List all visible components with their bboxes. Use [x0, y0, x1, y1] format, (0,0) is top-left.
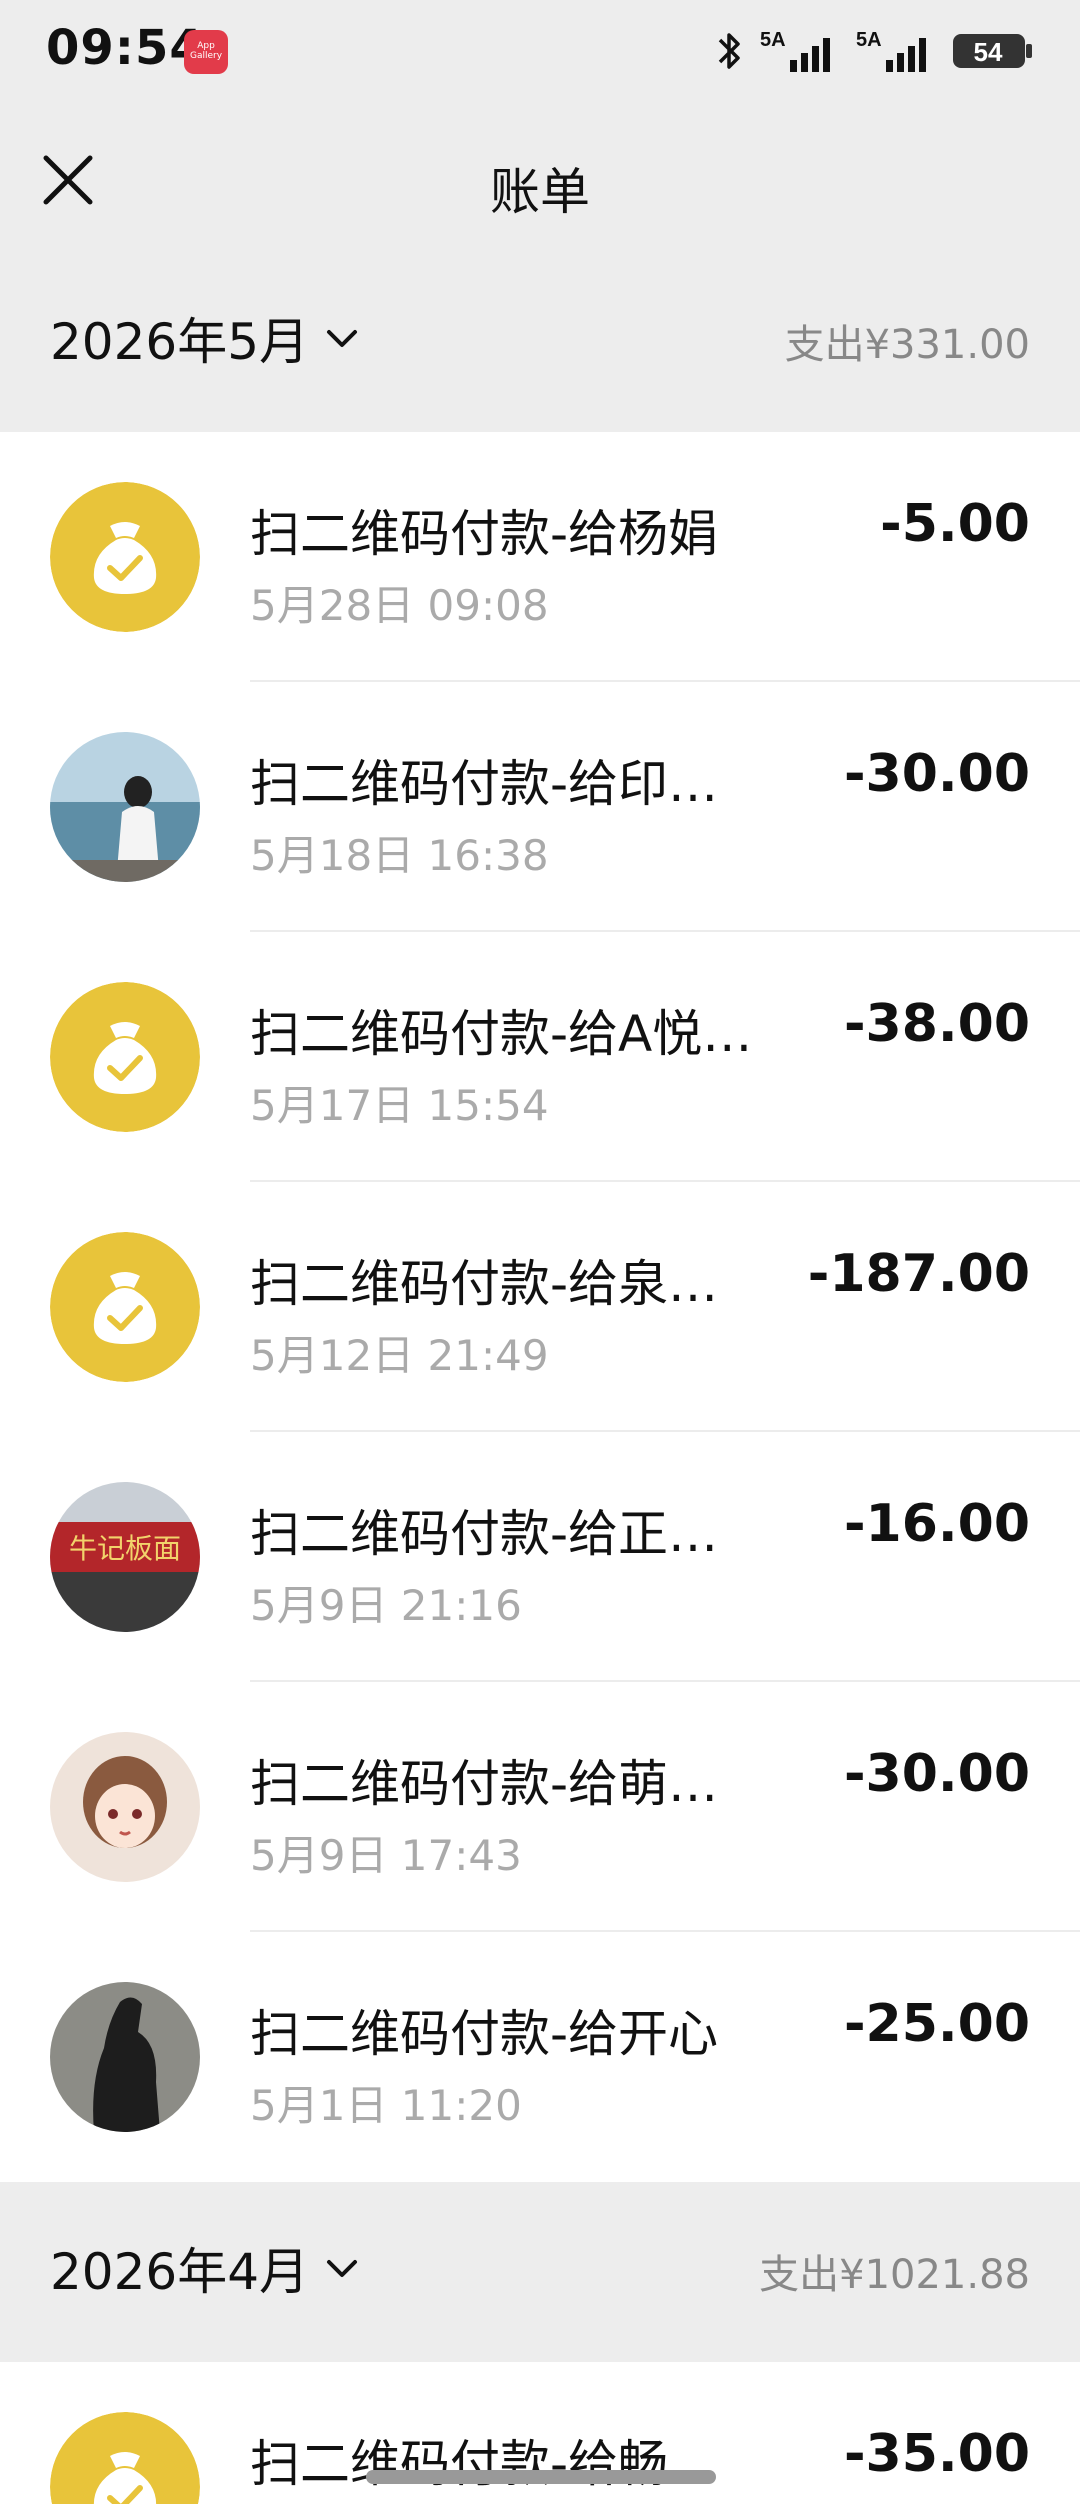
- status-time: 09:54: [46, 20, 204, 76]
- transaction-title: 扫二维码付款-给畅…: [250, 2435, 719, 2493]
- photo-avatar: [50, 1732, 200, 1882]
- moneybag-icon: [50, 2412, 200, 2504]
- battery-level: 54: [974, 37, 1003, 67]
- bluetooth-icon: [718, 33, 740, 69]
- transaction-amount: -38.00: [843, 994, 1030, 1054]
- avatar: [50, 1982, 200, 2132]
- transaction-title: 扫二维码付款-给正…: [250, 1505, 719, 1563]
- chevron-down-icon: [327, 330, 358, 347]
- avatar: [50, 2412, 200, 2504]
- transaction-title: 扫二维码付款-给开心: [250, 2005, 719, 2063]
- transaction-amount: -30.00: [843, 1744, 1030, 1804]
- transaction-time: 5月9日 17:43: [250, 1831, 522, 1880]
- avatar: 牛记板面: [50, 1482, 200, 1632]
- transaction-title: 扫二维码付款-给萌…: [250, 1755, 719, 1813]
- avatar: [50, 1732, 200, 1882]
- chevron-down-icon: [327, 2260, 358, 2277]
- avatar: [50, 982, 200, 1132]
- app-gallery-icon: App Gallery: [184, 30, 228, 74]
- transaction-amount: -187.00: [807, 1244, 1030, 1304]
- month-label: 2026年4月: [50, 2243, 310, 2301]
- transaction-title: 扫二维码付款-给杨娟: [250, 505, 719, 563]
- moneybag-icon: [50, 1232, 200, 1382]
- transaction-amount: -5.00: [880, 494, 1030, 554]
- avatar: [50, 732, 200, 882]
- svg-text:牛记板面: 牛记板面: [69, 1532, 181, 1565]
- month-header-may: 2026年5月 支出¥331.00: [0, 252, 1080, 432]
- month-header-april: 2026年4月 支出¥1021.88: [0, 2182, 1080, 2362]
- transaction-amount: -25.00: [843, 1994, 1030, 2054]
- transaction-amount: -30.00: [843, 744, 1030, 804]
- avatar: [50, 1232, 200, 1382]
- transaction-time: 5月9日 21:16: [250, 1581, 522, 1630]
- transaction-time: 5月12日 21:49: [250, 1331, 549, 1380]
- status-bar: 09:54 App Gallery 5A 5A 54: [0, 0, 1080, 104]
- photo-avatar: 牛记板面: [50, 1482, 200, 1632]
- signal-icon-2: 5A: [856, 29, 926, 72]
- signal-label-2: 5A: [856, 29, 882, 51]
- signal-icon-1: 5A: [760, 29, 830, 72]
- month-label: 2026年5月: [50, 313, 310, 371]
- signal-label-1: 5A: [760, 29, 786, 51]
- avatar: [50, 482, 200, 632]
- home-indicator[interactable]: [366, 2470, 716, 2484]
- moneybag-icon: [50, 482, 200, 632]
- transaction-amount: -16.00: [843, 1494, 1030, 1554]
- transaction-item[interactable]: 扫二维码付款-给杨娟 5月28日 09:08 -5.00: [0, 432, 1080, 682]
- transaction-item[interactable]: 扫二维码付款-给A悦… 5月17日 15:54 -38.00: [0, 932, 1080, 1182]
- battery-icon: 54: [953, 34, 1032, 68]
- transaction-item[interactable]: 扫二维码付款-给泉… 5月12日 21:49 -187.00: [0, 1182, 1080, 1432]
- photo-avatar: [50, 732, 200, 882]
- transaction-item[interactable]: 扫二维码付款-给萌… 5月9日 17:43 -30.00: [0, 1682, 1080, 1932]
- page-title: 账单: [490, 163, 590, 221]
- transaction-time: 5月18日 16:38: [250, 831, 549, 880]
- photo-avatar: [50, 1982, 200, 2132]
- transaction-item[interactable]: 牛记板面 扫二维码付款-给正… 5月9日 21:16 -16.00: [0, 1432, 1080, 1682]
- month-expense-total: 支出¥1021.88: [759, 2252, 1030, 2298]
- transaction-time: 5月1日 11:20: [250, 2081, 522, 2130]
- month-selector-may[interactable]: 2026年5月: [50, 302, 361, 374]
- month-expense-total: 支出¥331.00: [784, 322, 1030, 368]
- transaction-list-may: 扫二维码付款-给杨娟 5月28日 09:08 -5.00 扫二维码付款-给印… 5月18…: [0, 432, 1080, 2182]
- month-selector-april[interactable]: 2026年4月: [50, 2232, 361, 2304]
- transaction-amount: -35.00: [843, 2424, 1030, 2484]
- transaction-title: 扫二维码付款-给泉…: [250, 1255, 719, 1313]
- status-icons: 5A 5A 54: [712, 26, 1034, 76]
- moneybag-icon: [50, 982, 200, 1132]
- transaction-title: 扫二维码付款-给印…: [250, 755, 719, 813]
- transaction-item[interactable]: 扫二维码付款-给开心 5月1日 11:20 -25.00: [0, 1932, 1080, 2182]
- transaction-item[interactable]: 扫二维码付款-给印… 5月18日 16:38 -30.00: [0, 682, 1080, 932]
- transaction-time: 5月28日 09:08: [250, 581, 549, 630]
- transaction-time: 5月17日 15:54: [250, 1081, 549, 1130]
- nav-bar: 账单: [0, 104, 1080, 253]
- transaction-title: 扫二维码付款-给A悦…: [250, 1005, 753, 1063]
